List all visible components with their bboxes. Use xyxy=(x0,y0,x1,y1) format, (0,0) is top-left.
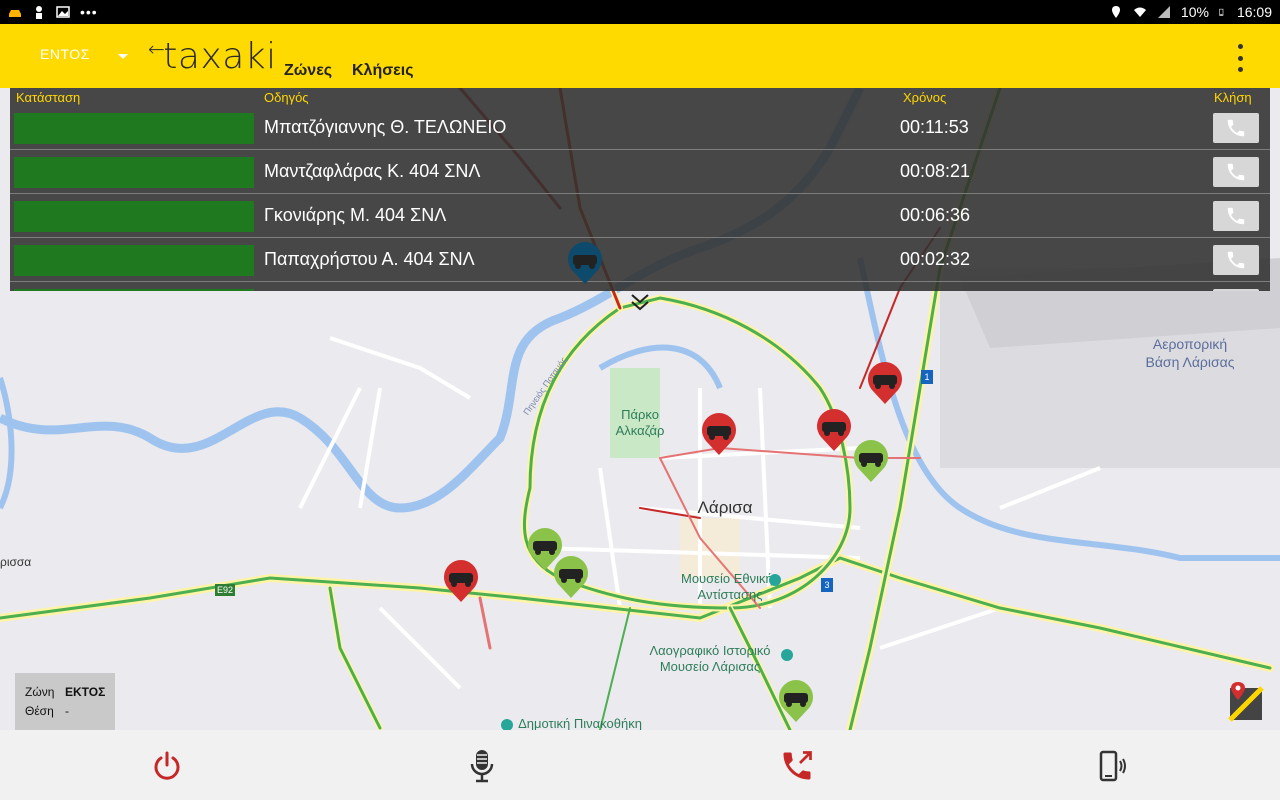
status-indicator xyxy=(14,157,254,188)
phone-vibrate-button[interactable] xyxy=(1092,746,1132,786)
museum1-label-line2: Αντίστασης xyxy=(697,587,763,602)
city-label: Λάρισα xyxy=(697,498,753,517)
location-icon xyxy=(1111,6,1120,18)
person-notification-icon xyxy=(36,6,42,19)
zone-value: ΕΚΤΟΣ xyxy=(65,685,106,699)
route-badge-e92: E92 xyxy=(216,585,233,595)
status-bar: ••• 10% 16:09 xyxy=(0,0,1280,24)
park-label-line1: Πάρκο xyxy=(621,407,659,422)
header-call: Κλήση xyxy=(1214,90,1252,105)
status-indicator xyxy=(14,113,254,144)
taxi-marker-red[interactable] xyxy=(442,560,480,604)
museum-pin-icon[interactable] xyxy=(780,648,794,664)
taxi-marker-red[interactable] xyxy=(815,409,853,453)
driver-row[interactable]: Μπατζόγιαννης Θ. ΤΕΛΩΝΕΙΟ 00:11:53 xyxy=(10,106,1270,150)
airport-label-line2: Βάση Λάρισας xyxy=(1145,354,1235,370)
phone-icon xyxy=(1227,251,1245,269)
airport-label-line1: Αεροπορική xyxy=(1152,336,1228,352)
taxi-marker-red[interactable] xyxy=(866,362,904,406)
position-value: - xyxy=(65,704,69,718)
header-driver: Οδηγός xyxy=(264,90,309,105)
chevron-down-icon[interactable] xyxy=(118,54,128,59)
driver-row[interactable]: Παπαχρήστου Α. 404 ΣΝΛ 00:02:32 xyxy=(10,238,1270,282)
call-button[interactable] xyxy=(1213,113,1259,143)
zone-key: Ζώνη xyxy=(25,685,55,699)
outgoing-call-button[interactable] xyxy=(777,746,817,786)
route-badge-3: 3 xyxy=(824,580,830,590)
taxi-marker-red[interactable] xyxy=(700,413,738,457)
zone-info-box: Ζώνη ΕΚΤΟΣ Θέση - xyxy=(15,673,115,731)
phone-icon xyxy=(1227,119,1245,137)
call-button[interactable] xyxy=(1213,245,1259,275)
taxi-marker-green[interactable] xyxy=(777,680,815,724)
double-chevron-down-icon[interactable] xyxy=(630,291,650,313)
zone-dropdown[interactable]: ΕΝΤΟΣ xyxy=(40,46,90,62)
zone-dropdown-label: ΕΝΤΟΣ xyxy=(40,46,90,62)
status-indicator xyxy=(14,245,254,276)
logo-text: taxaki xyxy=(163,36,277,77)
status-indicator xyxy=(14,201,254,232)
driver-row[interactable]: Μαντζαφλάρας Κ. 404 ΣΝΛ 00:08:21 xyxy=(10,150,1270,194)
power-button[interactable] xyxy=(147,746,187,786)
taxi-marker-green[interactable] xyxy=(552,556,590,600)
phone-vibrate-icon xyxy=(1099,750,1126,782)
phone-icon xyxy=(1227,163,1245,181)
outgoing-call-icon xyxy=(783,751,812,780)
battery-icon xyxy=(1219,8,1224,16)
zone-info-row: Ζώνη ΕΚΤΟΣ xyxy=(25,683,115,702)
position-info-row: Θέση - xyxy=(25,702,115,721)
map-toggle-icon[interactable] xyxy=(1228,680,1264,722)
bottom-bar xyxy=(0,730,1280,800)
call-button[interactable] xyxy=(1213,201,1259,231)
driver-time: 00:06:36 xyxy=(900,205,971,225)
driver-time: 00:02:32 xyxy=(900,249,971,269)
wifi-icon xyxy=(1133,7,1146,17)
driver-row[interactable]: Γκονιάρης Μ. 404 ΣΝΛ 00:06:36 xyxy=(10,194,1270,238)
driver-name: Παπαχρήστου Α. 404 ΣΝΛ xyxy=(264,249,475,269)
signal-icon xyxy=(1157,6,1170,18)
driver-time: 00:08:21 xyxy=(900,161,971,181)
app-logo: ←taxaki xyxy=(148,36,277,77)
gallery-pin-icon[interactable] xyxy=(500,718,514,730)
driver-name: Μαντζαφλάρας Κ. 404 ΣΝΛ xyxy=(264,161,481,181)
battery-level: 10% xyxy=(1180,4,1209,20)
overflow-menu-icon[interactable] xyxy=(1234,44,1246,72)
park-label-line2: Αλκαζάρ xyxy=(615,423,665,438)
call-button[interactable] xyxy=(1213,157,1259,187)
app-bar: ΕΝΤΟΣ ←taxaki Ζώνες Κλήσεις xyxy=(0,24,1280,88)
gallery-label: Δημοτική Πινακοθήκη xyxy=(518,716,642,730)
driver-row-partial[interactable] xyxy=(10,282,1270,291)
tab-zones[interactable]: Ζώνες xyxy=(284,62,332,80)
driver-name: Μπατζόγιαννης Θ. ΤΕΛΩΝΕΙΟ xyxy=(264,117,507,137)
taxi-marker-blue[interactable] xyxy=(566,242,604,286)
museum1-label-line1: Μουσείο Εθνικής xyxy=(680,571,779,586)
microphone-button[interactable] xyxy=(462,746,502,786)
header-time: Χρόνος xyxy=(903,90,947,105)
taxi-marker-green[interactable] xyxy=(852,440,890,484)
route-badge-1: 1 xyxy=(924,372,930,382)
tab-calls[interactable]: Κλήσεις xyxy=(352,62,414,80)
left-edge-label: ρισσα xyxy=(0,555,32,569)
call-button[interactable] xyxy=(1213,289,1259,291)
position-key: Θέση xyxy=(25,704,54,718)
museum2-label-line1: Λαογραφικό Ιστορικό xyxy=(649,643,771,658)
image-notification-icon xyxy=(56,6,70,18)
taxi-notification-icon xyxy=(9,10,21,17)
microphone-icon xyxy=(470,750,494,783)
driver-time: 00:11:53 xyxy=(900,117,969,137)
more-notifications-icon: ••• xyxy=(80,4,98,20)
phone-icon xyxy=(1227,207,1245,225)
driver-panel: Κατάσταση Οδηγός Χρόνος Κλήση Μπατζόγιαν… xyxy=(10,88,1270,291)
driver-name: Γκονιάρης Μ. 404 ΣΝΛ xyxy=(264,205,447,225)
museum-pin-icon[interactable] xyxy=(768,573,782,589)
header-status: Κατάσταση xyxy=(16,90,81,105)
power-icon xyxy=(154,751,180,780)
clock: 16:09 xyxy=(1236,4,1272,20)
status-indicator xyxy=(14,289,254,291)
museum2-label-line2: Μουσείο Λάρισας xyxy=(659,659,761,674)
